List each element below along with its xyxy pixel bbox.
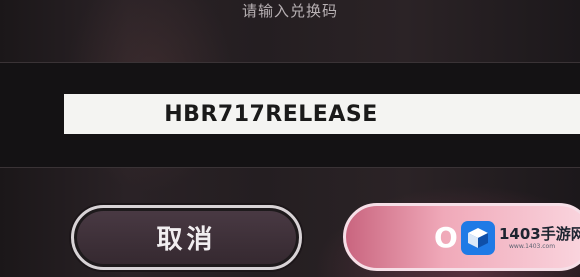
- site-watermark: 1403手游网 www.1403.com: [461, 214, 580, 262]
- confirm-button-label: O: [434, 220, 458, 254]
- cube-logo-icon: [461, 221, 495, 255]
- cancel-button-label: 取消: [156, 225, 217, 255]
- redeem-code-input[interactable]: [64, 94, 580, 134]
- redeem-prompt-text: 请输入兑换码: [241, 2, 338, 20]
- redeem-code-dialog: 请输入兑换码 取消 O 1403手游网 www.1403.com: [0, 0, 580, 277]
- cancel-button[interactable]: 取消: [71, 205, 302, 270]
- watermark-url: www.1403.com: [509, 242, 556, 250]
- watermark-name: 1403手游网: [499, 224, 580, 243]
